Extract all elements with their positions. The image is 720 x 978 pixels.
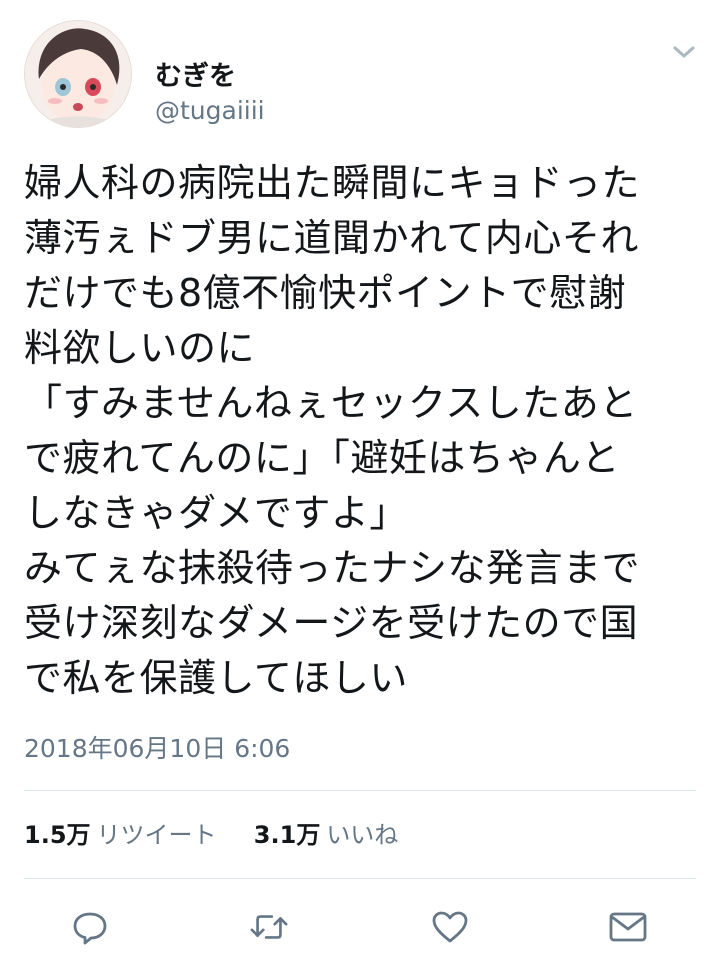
- tweet-text-line: 「すみませんねぇセックスしたあと: [24, 381, 638, 425]
- mail-icon[interactable]: [608, 905, 648, 949]
- retweet-label: リツイート: [96, 821, 217, 849]
- tweet-text-line: みてぇな抹殺待ったナシな発言まで: [24, 546, 641, 590]
- tweet-text-line: 受け深刻なダメージを受けたので国: [24, 601, 639, 645]
- avatar[interactable]: [24, 20, 132, 128]
- tweet-header: むぎを @tugaiiii: [24, 20, 704, 128]
- action-bar: [0, 905, 720, 953]
- avatar-illustration: [25, 21, 131, 127]
- user-handle[interactable]: @tugaiiii: [155, 96, 265, 125]
- tweet-text-line: で私を保護してほしい: [24, 656, 408, 700]
- display-name[interactable]: むぎを: [155, 54, 236, 93]
- retweet-stat[interactable]: 1.5万 リツイート: [24, 821, 224, 849]
- tweet-text-line: 料欲しいのに: [24, 326, 256, 370]
- tweet-text-line: しなきゃダメですよ」: [24, 491, 408, 535]
- retweet-icon[interactable]: [249, 905, 289, 949]
- tweet-timestamp[interactable]: 2018年06月10日 6:06: [24, 729, 290, 765]
- reply-icon[interactable]: [70, 905, 110, 949]
- tweet-text-line: 薄汚ぇドブ男に道聞かれて内心それ: [24, 216, 639, 260]
- divider: [24, 790, 696, 791]
- retweet-count: 1.5万: [24, 821, 91, 849]
- like-count: 3.1万: [253, 821, 321, 849]
- tweet-stats: 1.5万 リツイート 3.1万 いいね: [24, 815, 398, 850]
- like-label: いいね: [326, 821, 399, 849]
- tweet-text-line: 婦人科の病院出た瞬間にキョドった: [24, 161, 641, 205]
- divider: [24, 878, 696, 879]
- tweet-text-line: で疲れてんのに」「避妊はちゃんと: [24, 436, 620, 480]
- tweet-text: 婦人科の病院出た瞬間にキョドった 薄汚ぇドブ男に道聞かれて内心それ だけでも8億…: [24, 156, 696, 706]
- chevron-down-icon[interactable]: [670, 42, 698, 62]
- tweet-text-line: だけでも8億不愉快ポイントで慰謝: [24, 271, 627, 315]
- like-stat[interactable]: 3.1万 いいね: [254, 821, 399, 849]
- heart-icon[interactable]: [430, 905, 470, 949]
